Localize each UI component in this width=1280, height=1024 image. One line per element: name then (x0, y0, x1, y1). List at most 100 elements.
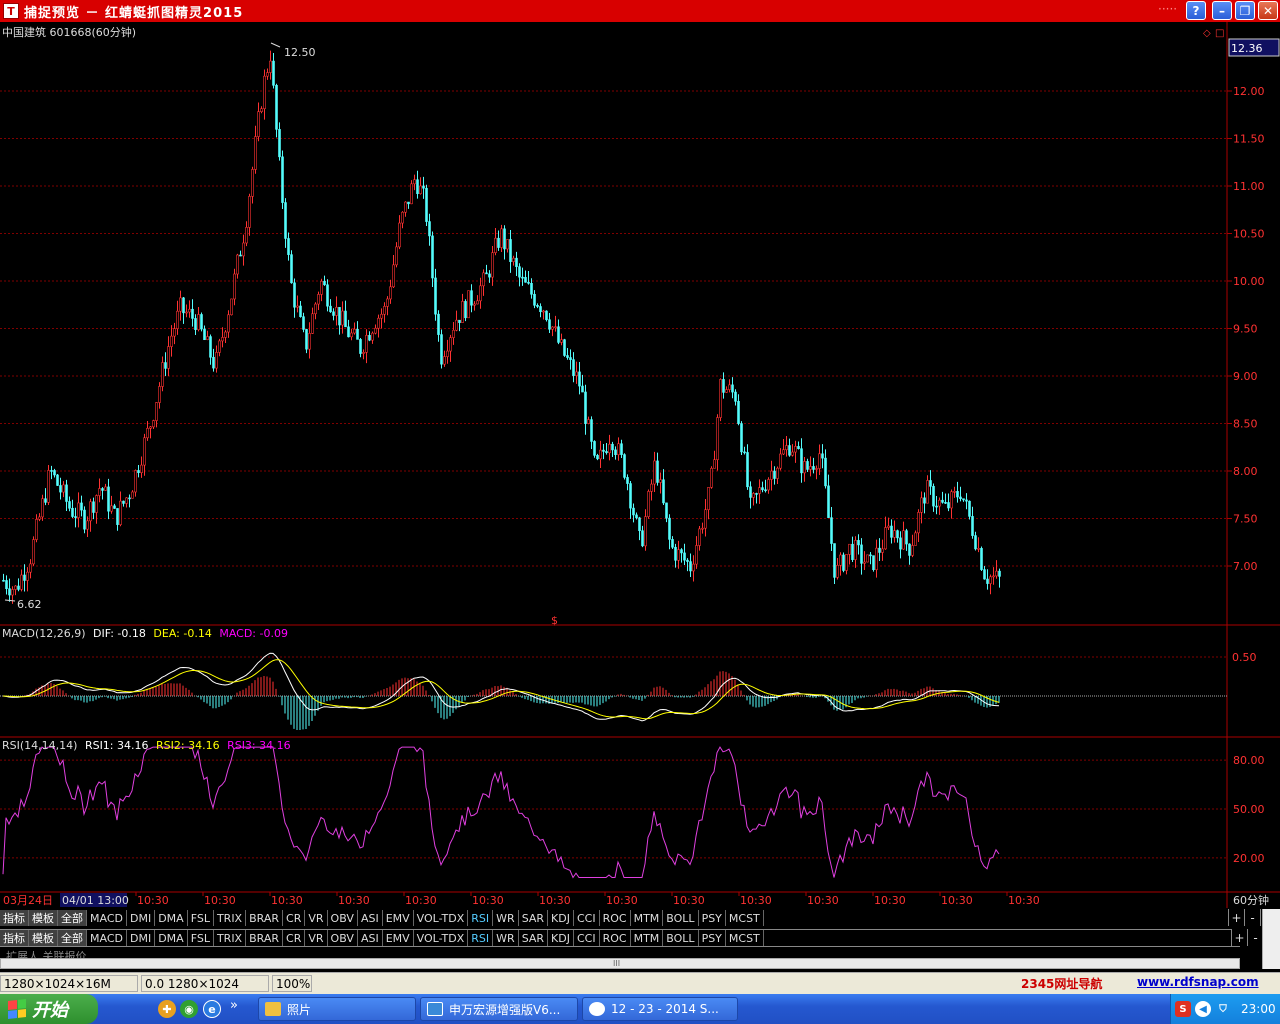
horizontal-scrollbar[interactable]: III (0, 958, 1240, 969)
tab-vr[interactable]: VR (305, 910, 328, 926)
tab-remove-button[interactable]: - (1244, 909, 1260, 926)
tab-psy[interactable]: PSY (699, 910, 726, 926)
tab2-vr[interactable]: VR (305, 930, 328, 946)
tab-cci[interactable]: CCI (574, 910, 600, 926)
diamond-icon[interactable]: ◇ (1203, 28, 1211, 39)
tab2-asi[interactable]: ASI (358, 930, 383, 946)
quicklaunch-ie-icon[interactable]: e (203, 1000, 221, 1018)
tab2-macd[interactable]: MACD (87, 930, 127, 946)
tab2-emv[interactable]: EMV (383, 930, 414, 946)
tab-trix[interactable]: TRIX (214, 910, 247, 926)
tab2-wr[interactable]: WR (493, 930, 519, 946)
task-swhy[interactable]: 申万宏源增强版V6... (420, 997, 578, 1021)
candle-body (146, 428, 149, 439)
tab-obv[interactable]: OBV (328, 910, 358, 926)
tab-emv[interactable]: EMV (383, 910, 414, 926)
tab2-psy[interactable]: PSY (699, 930, 726, 946)
start-button[interactable]: 开始 (0, 994, 98, 1024)
tab-sar[interactable]: SAR (519, 910, 549, 926)
candle-body (8, 588, 11, 596)
tab-kdj[interactable]: KDJ (548, 910, 574, 926)
tab-mtm[interactable]: MTM (631, 910, 664, 926)
tab2-sar[interactable]: SAR (519, 930, 549, 946)
scroll-grip[interactable]: III (613, 959, 620, 968)
link-rdfsnap[interactable]: www.rdfsnap.com (1137, 975, 1259, 989)
tab2-dmi[interactable]: DMI (127, 930, 156, 946)
candle-body (176, 310, 179, 329)
sogou-input-icon[interactable]: S (1175, 1001, 1191, 1017)
tab-mcst[interactable]: MCST (726, 910, 764, 926)
tab-boll[interactable]: BOLL (663, 910, 699, 926)
quicklaunch-more[interactable]: » (230, 998, 238, 1013)
browser-icon (589, 1002, 605, 1016)
stock-chart[interactable]: 中国建筑 601668(60分钟) 12.36 12.50 6.62 $ ◇ □… (0, 22, 1280, 908)
candle-body (335, 307, 338, 316)
tab-brar[interactable]: BRAR (246, 910, 284, 926)
help-button[interactable]: ? (1186, 1, 1206, 20)
window-icon[interactable]: □ (1215, 28, 1224, 39)
candle-body (11, 589, 14, 596)
tab-remove-button-secondary[interactable]: - (1247, 929, 1263, 946)
candle-body (653, 460, 656, 485)
tab2-boll[interactable]: BOLL (663, 930, 699, 946)
network-icon[interactable]: ◀ (1195, 1001, 1211, 1017)
tab2-rsi[interactable]: RSI (468, 930, 494, 946)
candle-body (32, 539, 35, 565)
candle-body (26, 571, 29, 581)
shield-icon[interactable]: ⛉ (1215, 1001, 1231, 1017)
tab-wr[interactable]: WR (493, 910, 519, 926)
period-label[interactable]: 60分钟 (1233, 893, 1269, 907)
candle-body (389, 286, 392, 300)
tab-fsl[interactable]: FSL (188, 910, 214, 926)
tab-macd[interactable]: MACD (87, 910, 127, 926)
candle-body (572, 359, 575, 376)
link-2345[interactable]: 2345网址导航 (1021, 975, 1102, 992)
tab-roc[interactable]: ROC (600, 910, 631, 926)
tab2-brar[interactable]: BRAR (246, 930, 284, 946)
candle-body (329, 305, 332, 313)
candle-body (122, 500, 125, 504)
tab2-指标[interactable]: 指标 (0, 930, 29, 946)
minimize-button[interactable]: – (1212, 1, 1232, 20)
tab2-mtm[interactable]: MTM (631, 930, 664, 946)
tab2-模板[interactable]: 模板 (29, 930, 58, 946)
tab2-fsl[interactable]: FSL (188, 930, 214, 946)
tab2-vol-tdx[interactable]: VOL-TDX (414, 930, 469, 946)
quicklaunch-green-icon[interactable]: ✚ (158, 1000, 176, 1018)
candle-body (794, 446, 797, 453)
task-photos[interactable]: 照片 (258, 997, 416, 1021)
tab-asi[interactable]: ASI (358, 910, 383, 926)
tab2-trix[interactable]: TRIX (214, 930, 247, 946)
tab-rsi[interactable]: RSI (468, 910, 494, 926)
event-marker[interactable]: $ (551, 614, 558, 627)
tab2-obv[interactable]: OBV (328, 930, 358, 946)
quicklaunch-browser-icon[interactable]: ◉ (180, 1000, 198, 1018)
tab2-全部[interactable]: 全部 (58, 930, 87, 946)
restore-button[interactable]: ❐ (1235, 1, 1255, 20)
tab2-dma[interactable]: DMA (155, 930, 188, 946)
vertical-scrollbar[interactable] (1262, 909, 1280, 969)
tab-cr[interactable]: CR (283, 910, 306, 926)
tab2-mcst[interactable]: MCST (726, 930, 764, 946)
candle-body (491, 252, 494, 278)
candle-body (110, 505, 113, 512)
tab2-cr[interactable]: CR (283, 930, 306, 946)
tab2-roc[interactable]: ROC (600, 930, 631, 946)
tab-模板[interactable]: 模板 (29, 910, 58, 926)
tab2-cci[interactable]: CCI (574, 930, 600, 946)
tab-add-button-secondary[interactable]: + (1231, 929, 1247, 946)
candle-body (338, 307, 341, 326)
candle-body (113, 505, 116, 509)
candle-body (524, 277, 527, 283)
tab-全部[interactable]: 全部 (58, 910, 87, 926)
tab2-kdj[interactable]: KDJ (548, 930, 574, 946)
chart-area[interactable]: 中国建筑 601668(60分钟) 12.36 12.50 6.62 $ ◇ □… (0, 22, 1280, 908)
close-button[interactable]: ✕ (1258, 1, 1278, 20)
tab-dma[interactable]: DMA (155, 910, 188, 926)
tab-dmi[interactable]: DMI (127, 910, 156, 926)
tab-指标[interactable]: 指标 (0, 910, 29, 926)
start-label: 开始 (32, 1000, 68, 1021)
task-browser[interactable]: 12 - 23 - 2014 S... (582, 997, 738, 1021)
tab-add-button[interactable]: + (1228, 909, 1244, 926)
tab-vol-tdx[interactable]: VOL-TDX (414, 910, 469, 926)
